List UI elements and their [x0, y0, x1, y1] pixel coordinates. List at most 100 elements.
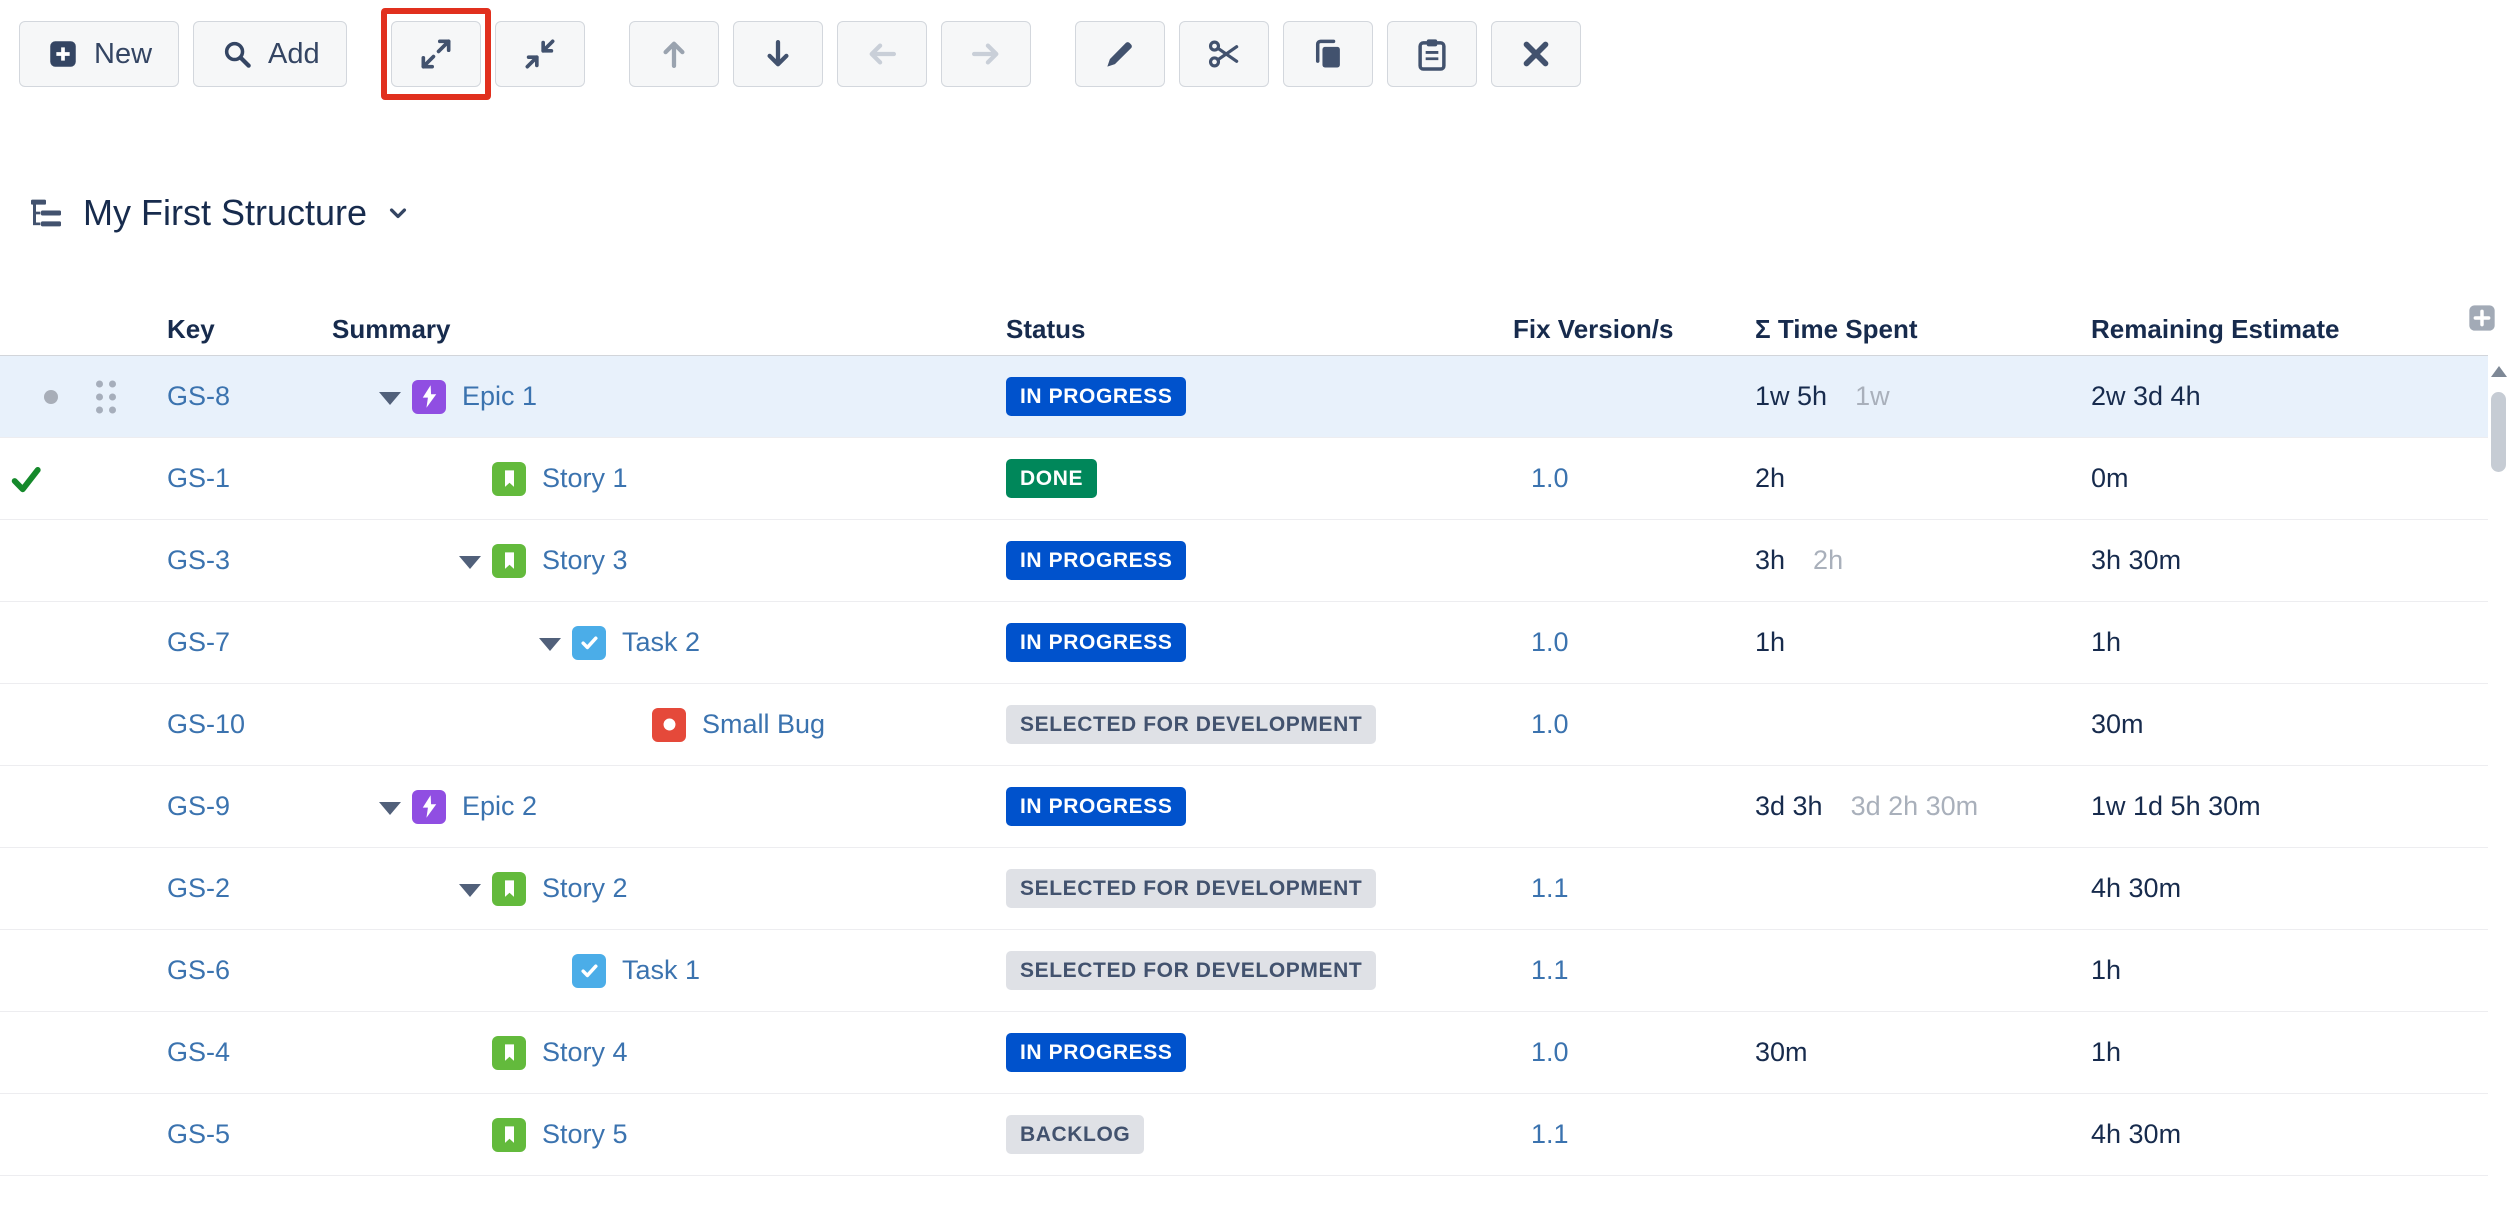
- new-button[interactable]: New: [19, 21, 179, 87]
- story-icon: [492, 1036, 526, 1070]
- table-row[interactable]: GS-4Story 4IN PROGRESS1.030m1h: [0, 1012, 2488, 1094]
- issue-key-link[interactable]: GS-9: [167, 791, 230, 821]
- move-right-button[interactable]: [941, 21, 1031, 87]
- issue-summary-link[interactable]: Task 2: [622, 627, 700, 658]
- issue-summary-link[interactable]: Story 1: [542, 463, 628, 494]
- issue-summary-link[interactable]: Small Bug: [702, 709, 825, 740]
- time-spent-cell: 3h2h: [1755, 545, 2091, 576]
- table-row[interactable]: GS-5Story 5BACKLOG1.14h 30m: [0, 1094, 2488, 1176]
- fix-version-link[interactable]: 1.0: [1531, 709, 1569, 739]
- fix-version-link[interactable]: 1.0: [1531, 463, 1569, 493]
- bug-icon: [652, 708, 686, 742]
- table-row[interactable]: GS-3Story 3IN PROGRESS3h2h3h 30m: [0, 520, 2488, 602]
- scrollbar-thumb[interactable]: [2491, 392, 2506, 472]
- move-down-button[interactable]: [733, 21, 823, 87]
- key-cell: GS-3: [167, 545, 332, 576]
- issue-key-link[interactable]: GS-7: [167, 627, 230, 657]
- edit-button[interactable]: [1075, 21, 1165, 87]
- expand-collapse-toggle[interactable]: [368, 798, 412, 815]
- table-row[interactable]: GS-6Task 1SELECTED FOR DEVELOPMENT1.11h: [0, 930, 2488, 1012]
- table-row[interactable]: GS-1Story 1DONE1.02h0m: [0, 438, 2488, 520]
- epic-icon: [412, 380, 446, 414]
- structure-title: My First Structure: [83, 192, 367, 234]
- issue-summary-link[interactable]: Task 1: [622, 955, 700, 986]
- issue-key-link[interactable]: GS-3: [167, 545, 230, 575]
- expand-all-button[interactable]: [391, 21, 481, 87]
- issue-key-link[interactable]: GS-8: [167, 381, 230, 411]
- cut-button[interactable]: [1179, 21, 1269, 87]
- time-spent-cell: 1h: [1755, 627, 2091, 658]
- issue-key-link[interactable]: GS-5: [167, 1119, 230, 1149]
- issue-key-link[interactable]: GS-4: [167, 1037, 230, 1067]
- table-row[interactable]: GS-7Task 2IN PROGRESS1.01h1h: [0, 602, 2488, 684]
- copy-button[interactable]: [1283, 21, 1373, 87]
- status-cell: IN PROGRESS: [1006, 1033, 1513, 1072]
- issue-summary-link[interactable]: Epic 2: [462, 791, 537, 822]
- task-icon: [572, 626, 606, 660]
- scrollbar-up-arrow-icon[interactable]: [2491, 366, 2507, 377]
- drag-handle-icon[interactable]: [96, 380, 116, 413]
- move-up-button[interactable]: [629, 21, 719, 87]
- remaining-estimate-value: 3h 30m: [2091, 545, 2488, 576]
- expand-collapse-toggle[interactable]: [528, 634, 572, 651]
- column-header-remaining-estimate[interactable]: Remaining Estimate: [2091, 314, 2488, 345]
- add-column-button[interactable]: [2466, 302, 2498, 339]
- add-button[interactable]: Add: [193, 21, 347, 87]
- issue-key-link[interactable]: GS-1: [167, 463, 230, 493]
- column-header-status[interactable]: Status: [1006, 314, 1513, 345]
- fix-version-link[interactable]: 1.1: [1531, 873, 1569, 903]
- time-spent-value: 2h: [1755, 463, 1785, 493]
- fix-version-link[interactable]: 1.0: [1531, 627, 1569, 657]
- table-row[interactable]: GS-8Epic 1IN PROGRESS1w 5h1w2w 3d 4h: [0, 356, 2488, 438]
- paste-button[interactable]: [1387, 21, 1477, 87]
- remaining-estimate-value: 1h: [2091, 1037, 2488, 1068]
- search-icon: [220, 37, 254, 71]
- issue-key-link[interactable]: GS-10: [167, 709, 245, 739]
- triangle-down-icon: [379, 802, 401, 815]
- vertical-scrollbar[interactable]: [2488, 360, 2510, 1218]
- toolbar-group-edit: [1075, 21, 1581, 87]
- issue-key-link[interactable]: GS-2: [167, 873, 230, 903]
- remaining-estimate-value: 1h: [2091, 627, 2488, 658]
- issue-summary-link[interactable]: Story 2: [542, 873, 628, 904]
- arrow-right-icon: [967, 35, 1005, 73]
- expand-collapse-toggle[interactable]: [368, 388, 412, 405]
- table-row[interactable]: GS-10 Small Bug SELECTED FOR DEVELOPMENT 1.…: [0, 684, 2488, 766]
- status-cell: IN PROGRESS: [1006, 377, 1513, 416]
- table-row[interactable]: GS-9Epic 2IN PROGRESS3d 3h3d 2h 30m1w 1d…: [0, 766, 2488, 848]
- column-header-fix-versions[interactable]: Fix Version/s: [1513, 314, 1755, 345]
- expand-collapse-toggle[interactable]: [448, 552, 492, 569]
- collapse-all-button[interactable]: [495, 21, 585, 87]
- fix-version-link[interactable]: 1.1: [1531, 955, 1569, 985]
- key-cell: GS-8: [167, 381, 332, 412]
- key-cell: GS-10: [167, 709, 332, 740]
- issue-summary-link[interactable]: Epic 1: [462, 381, 537, 412]
- summary-cell: Task 2: [332, 626, 1006, 660]
- story-icon: [492, 462, 526, 496]
- issue-key-link[interactable]: GS-6: [167, 955, 230, 985]
- status-lozenge: SELECTED FOR DEVELOPMENT: [1006, 705, 1376, 744]
- column-header-time-spent[interactable]: Σ Time Spent: [1755, 314, 2091, 345]
- issue-summary-link[interactable]: Story 5: [542, 1119, 628, 1150]
- structure-selector[interactable]: My First Structure: [26, 192, 412, 234]
- toolbar-group-create: New Add: [19, 21, 347, 87]
- key-cell: GS-5: [167, 1119, 332, 1150]
- column-header-key[interactable]: Key: [167, 314, 332, 345]
- key-cell: GS-1: [167, 463, 332, 494]
- remaining-estimate-value: 2w 3d 4h: [2091, 381, 2488, 412]
- status-lozenge: IN PROGRESS: [1006, 377, 1186, 416]
- fix-version-link[interactable]: 1.0: [1531, 1037, 1569, 1067]
- new-button-label: New: [94, 38, 152, 71]
- expand-collapse-toggle[interactable]: [448, 880, 492, 897]
- table-row[interactable]: GS-2Story 2SELECTED FOR DEVELOPMENT1.14h…: [0, 848, 2488, 930]
- column-header-summary[interactable]: Summary: [332, 314, 1006, 345]
- issue-summary-link[interactable]: Story 3: [542, 545, 628, 576]
- summary-cell: Small Bug: [332, 708, 1006, 742]
- delete-button[interactable]: [1491, 21, 1581, 87]
- move-left-button[interactable]: [837, 21, 927, 87]
- issue-summary-link[interactable]: Story 4: [542, 1037, 628, 1068]
- fix-version-cell: 1.1: [1513, 873, 1755, 904]
- status-cell: DONE: [1006, 459, 1513, 498]
- fix-version-link[interactable]: 1.1: [1531, 1119, 1569, 1149]
- summary-cell: Epic 2: [332, 790, 1006, 824]
